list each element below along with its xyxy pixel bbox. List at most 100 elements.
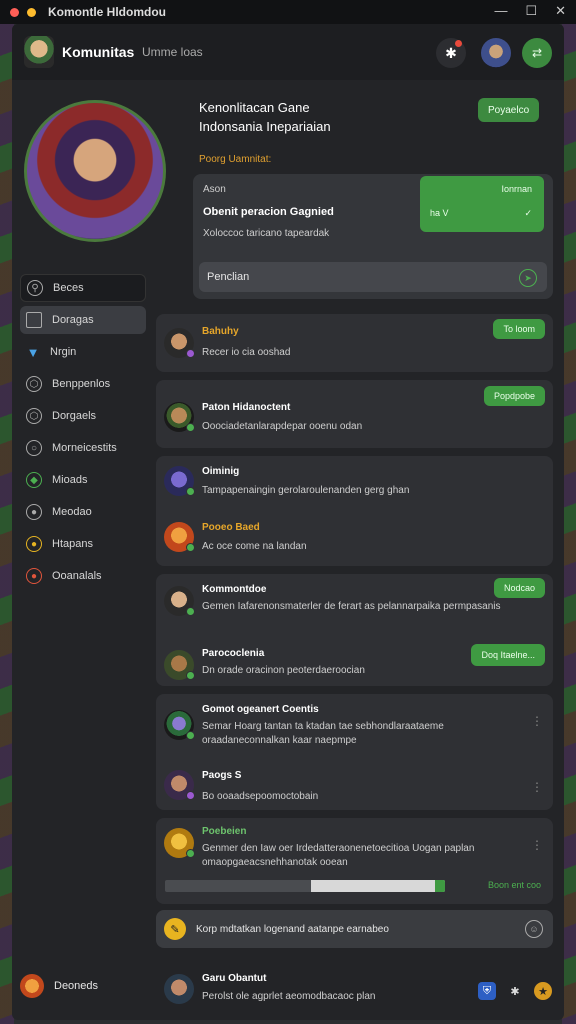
post-action-button[interactable]: Nodcao	[493, 578, 545, 598]
post-author: Paton Hidanoctent	[202, 402, 291, 413]
featured-card: Ason Obenit peracion Gagnied Xoloccoc ta…	[193, 174, 553, 299]
minimize-dot-icon[interactable]	[27, 7, 36, 17]
status-dot	[186, 671, 195, 680]
post-action-button[interactable]: Popdpobe	[483, 386, 545, 406]
hero-pill-button[interactable]: Poyaelco	[478, 98, 540, 122]
message-composer[interactable]: ✎ Korp mdtatkan logenand aatanpe earnabe…	[156, 910, 553, 948]
close-dot-icon[interactable]	[10, 7, 19, 17]
coin-icon: ●	[26, 536, 42, 552]
featured-input[interactable]: Penclian ➤	[199, 262, 547, 292]
circle-icon: ○	[26, 440, 42, 456]
sidebar-item-label: Ooanalals	[52, 570, 102, 582]
bottom-name: Garu Obantut	[202, 973, 267, 984]
app-window: Komunitas Umme️ loas ✱ ⇄ ⚲ Beces Doragas…	[12, 24, 564, 1020]
more-options-icon[interactable]: ⋮	[531, 838, 543, 852]
post-author: Paogs S	[202, 770, 242, 781]
sidebar-item-nrgin[interactable]: ▼ Nrgin	[20, 338, 146, 366]
hex2-icon: ⬡	[26, 408, 42, 424]
post-author: Kommontdoe	[202, 584, 267, 595]
status-dot	[186, 607, 195, 616]
window-title: Komontle Hldomdou	[48, 5, 166, 19]
square-icon	[26, 312, 42, 328]
bottom-text: Perolst ole agprlet aeomodbacaoc plan	[202, 991, 376, 1002]
shield-icon: ◆	[26, 472, 42, 488]
post-avatar[interactable]	[164, 328, 195, 358]
post-avatar[interactable]	[164, 586, 195, 616]
sidebar-item-label: Htapans	[52, 538, 93, 550]
post-author: Gomot ogeanert Coentis	[202, 704, 319, 715]
bottom-avatar[interactable]	[164, 974, 194, 1004]
hex-icon: ⬡	[26, 376, 42, 392]
post-card: Oiminig Tampapenaingin gerolaroulenanden…	[156, 456, 553, 566]
gift-icon[interactable]: ★	[534, 982, 552, 1000]
post-avatar[interactable]	[164, 522, 195, 552]
post-author: Bahuhy	[202, 326, 239, 337]
current-user[interactable]: Deoneds	[20, 974, 98, 998]
status-dot	[186, 791, 195, 800]
shield-icon[interactable]: ⛨	[478, 982, 496, 1000]
emoji-icon[interactable]: ☺	[525, 920, 543, 938]
sidebar-item-label: Meodao	[52, 506, 92, 518]
section-label: Poorg Uamnitat:	[199, 154, 272, 165]
app-name: Komunitas	[62, 44, 135, 60]
post-avatar[interactable]	[164, 402, 195, 432]
close-icon[interactable]: ✕	[555, 3, 566, 19]
search-icon: ⚲	[27, 280, 43, 296]
page-title-line1: Kenonlitacan Gane	[199, 100, 310, 115]
post-avatar[interactable]	[164, 770, 195, 800]
post-author: Parococlenia	[202, 648, 265, 659]
sidebar-item-mioads[interactable]: ◆ Mioads	[20, 466, 146, 494]
notification-dot	[455, 40, 462, 47]
shuffle-button[interactable]: ⇄	[522, 38, 552, 68]
app-header: Komunitas Umme️ loas ✱ ⇄	[12, 24, 564, 80]
sidebar-search[interactable]: ⚲ Beces	[20, 274, 146, 302]
post-card: Poebeien Genmer den Iaw oer Irdedatterao…	[156, 818, 553, 904]
sidebar-item-benppenlos[interactable]: ⬡ Benppenlos	[20, 370, 146, 398]
status-dot	[186, 731, 195, 740]
status-dot	[186, 849, 195, 858]
sidebar-item-label: Doragas	[52, 314, 94, 326]
user-avatar[interactable]	[481, 38, 511, 68]
send-icon[interactable]: ➤	[519, 269, 537, 287]
sidebar-item-morneicestits[interactable]: ○ Morneicestits	[20, 434, 146, 462]
sidebar-item-meodao[interactable]: ● Meodao	[20, 498, 146, 526]
sidebar-item-doragas[interactable]: Doragas	[20, 306, 146, 334]
post-text: Genmer den Iaw oer Irdedatteraonenetoeci…	[202, 843, 475, 868]
maximize-icon[interactable]: ☐	[525, 3, 537, 19]
current-user-avatar	[20, 974, 44, 998]
post-text: Gemen Iafarenonsmaterler de ferart as pe…	[202, 601, 501, 612]
status-dot	[186, 487, 195, 496]
more-options-icon[interactable]: ⋮	[531, 780, 543, 794]
status-dot	[186, 349, 195, 358]
status-dot	[186, 543, 195, 552]
post-card: Paton Hidanoctent Ooociadetanlarapdepar …	[156, 380, 553, 448]
sidebar-item-label: Benppenlos	[52, 378, 111, 390]
post-text: Bo ooaadsepoomoctobain	[202, 791, 319, 802]
profile-avatar[interactable]	[24, 100, 166, 242]
progress-tip	[435, 880, 445, 892]
post-author: Oiminig	[202, 466, 240, 477]
status-dot	[186, 423, 195, 432]
sidebar-item-htapans[interactable]: ● Htapans	[20, 530, 146, 558]
sidebar-item-dorgaels[interactable]: ⬡ Dorgaels	[20, 402, 146, 430]
post-text: Recer io cia ooshad	[202, 347, 291, 358]
post-action-button[interactable]: Doq Itaelne...	[471, 644, 545, 666]
post-author: Poebeien	[202, 826, 247, 837]
post-avatar[interactable]	[164, 466, 195, 496]
featured-action-panel[interactable]: Ionrnan ha V ✓	[420, 176, 544, 232]
window-titlebar: Komontle Hldomdou — ☐ ✕	[0, 0, 576, 24]
shuffle-icon: ⇄	[531, 46, 543, 60]
sidebar-item-ooanalals[interactable]: ● Ooanalals	[20, 562, 146, 590]
minimize-icon[interactable]: —	[494, 3, 507, 19]
featured-small: Ason	[203, 184, 226, 195]
post-avatar[interactable]	[164, 710, 195, 740]
featured-text: Xoloccoc taricano tapeardak	[203, 228, 330, 239]
post-avatar[interactable]	[164, 828, 195, 858]
post-text: Ac oce come na landan	[202, 541, 307, 552]
post-avatar[interactable]	[164, 650, 195, 680]
post-action-button[interactable]: To loom	[493, 319, 545, 339]
app-logo-icon	[24, 36, 54, 68]
notifications-button[interactable]: ✱	[436, 38, 466, 68]
more-options-icon[interactable]: ⋮	[531, 714, 543, 728]
puzzle-icon[interactable]: ✱	[506, 982, 524, 1000]
